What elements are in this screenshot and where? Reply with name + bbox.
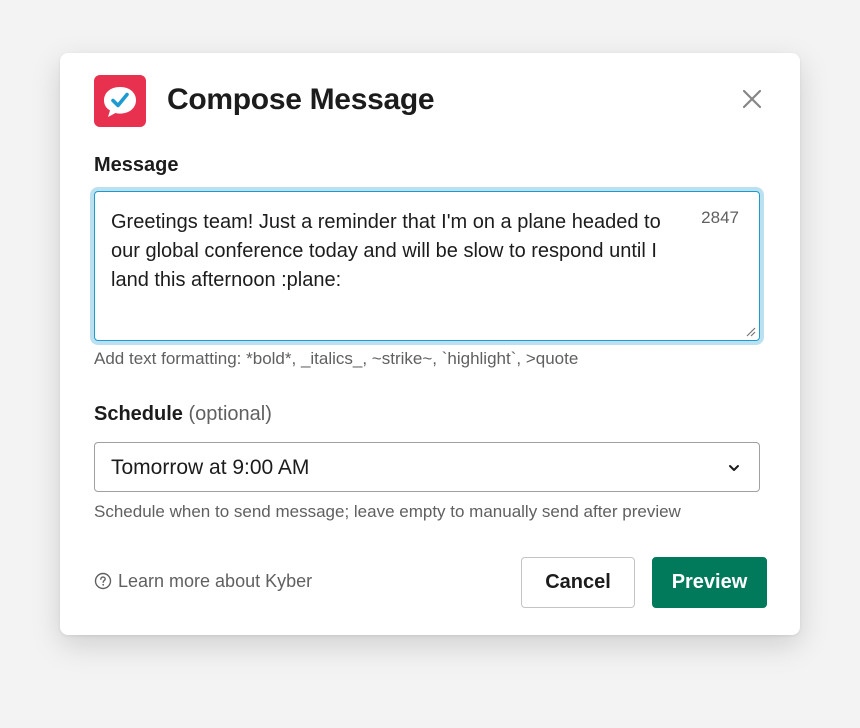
learn-more-text[interactable]: Learn more about Kyber (118, 571, 312, 591)
schedule-selected-value: Tomorrow at 9:00 AM (111, 456, 310, 479)
kyber-logo-icon (94, 75, 146, 127)
help-icon (94, 572, 112, 590)
dialog-title: Compose Message (167, 83, 435, 116)
preview-button[interactable]: Preview (652, 557, 767, 608)
schedule-select[interactable]: Tomorrow at 9:00 AM (94, 442, 760, 492)
schedule-label: Schedule (optional) (94, 403, 272, 426)
message-label: Message (94, 154, 179, 176)
schedule-hint: Schedule when to send message; leave emp… (94, 502, 681, 521)
message-textarea[interactable]: Greetings team! Just a reminder that I'm… (94, 191, 760, 341)
dialog-header: Compose Message (94, 75, 766, 129)
resize-handle-icon[interactable] (744, 325, 756, 337)
schedule-label-text: Schedule (94, 403, 183, 425)
optional-tag: (optional) (188, 403, 272, 425)
chevron-down-icon (729, 465, 739, 471)
formatting-hint: Add text formatting: *bold*, _italics_, … (94, 349, 579, 368)
character-count: 2847 (701, 208, 739, 227)
close-button[interactable] (738, 85, 766, 113)
compose-message-dialog: Compose Message Message Greetings team! … (60, 53, 800, 635)
message-text-value[interactable]: Greetings team! Just a reminder that I'm… (111, 208, 671, 295)
cancel-button[interactable]: Cancel (521, 557, 635, 608)
learn-more-link[interactable]: Learn more about Kyber (94, 571, 312, 592)
close-icon (742, 89, 762, 109)
